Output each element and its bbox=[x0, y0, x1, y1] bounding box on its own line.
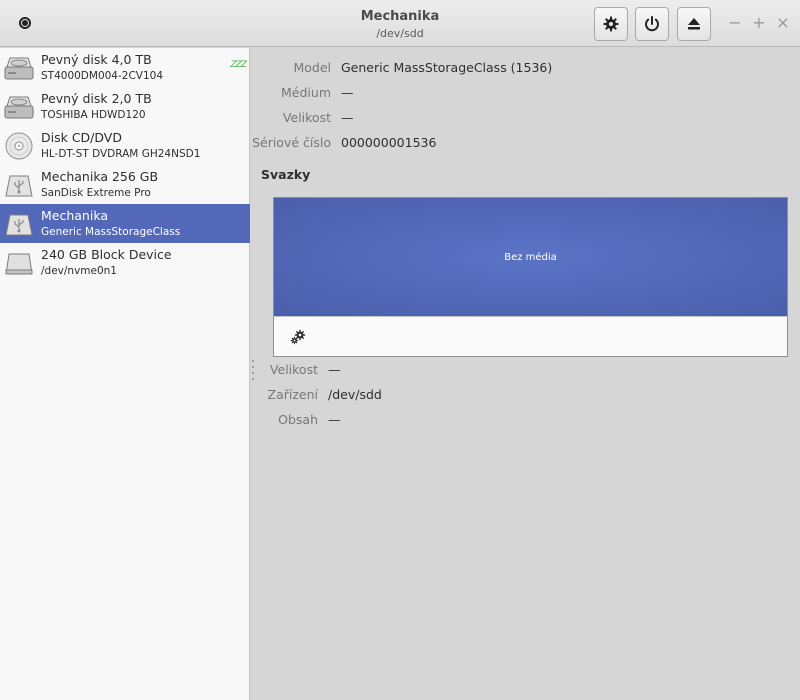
app-menu-button[interactable] bbox=[15, 13, 35, 33]
window-title-area: Mechanika /dev/sdd bbox=[250, 9, 550, 41]
minimize-button[interactable]: − bbox=[726, 14, 744, 32]
volumes-section-title: Svazky bbox=[261, 167, 311, 182]
drive-model: /dev/nvme0n1 bbox=[41, 265, 117, 277]
volume-content-row: Obsah — bbox=[251, 411, 800, 429]
hard-disk-icon bbox=[4, 57, 34, 80]
drive-name: 240 GB Block Device bbox=[41, 247, 172, 262]
volume-map-segment[interactable]: Bez média bbox=[273, 197, 788, 317]
drive-name: Pevný disk 4,0 TB bbox=[41, 52, 152, 67]
serial-label: Sériové číslo bbox=[252, 135, 331, 150]
window-title: Mechanika bbox=[360, 9, 440, 24]
volume-device-label: Zařízení bbox=[267, 387, 318, 402]
usb-drive-icon bbox=[5, 175, 33, 197]
app-menu-icon bbox=[19, 17, 31, 29]
drive-model: Generic MassStorageClass bbox=[41, 226, 181, 238]
drive-item[interactable]: Pevný disk 2,0 TB TOSHIBA HDWD120 bbox=[0, 87, 250, 126]
medium-row: Médium — bbox=[251, 84, 800, 102]
eject-icon bbox=[688, 18, 700, 30]
volume-size-label: Velikost bbox=[269, 362, 318, 377]
drive-model: SanDisk Extreme Pro bbox=[41, 187, 151, 199]
drive-item[interactable]: Pevný disk 4,0 TB ST4000DM004-2CV104 ZZZ bbox=[0, 48, 250, 87]
volume-content-value: — bbox=[328, 412, 341, 427]
drive-settings-button[interactable] bbox=[594, 7, 628, 41]
serial-value: 000000001536 bbox=[341, 135, 437, 150]
serial-row: Sériové číslo 000000001536 bbox=[251, 134, 800, 152]
header-bar: Mechanika /dev/sdd − + × bbox=[0, 0, 800, 47]
drive-name: Pevný disk 2,0 TB bbox=[41, 91, 152, 106]
usb-drive-icon bbox=[5, 214, 33, 236]
window-subtitle: /dev/sdd bbox=[376, 27, 424, 40]
drive-model: HL-DT-ST DVDRAM GH24NSD1 bbox=[41, 148, 201, 160]
volume-label: Bez média bbox=[504, 251, 557, 263]
drive-list: Pevný disk 4,0 TB ST4000DM004-2CV104 ZZZ… bbox=[0, 48, 250, 700]
volume-device-row: Zařízení /dev/sdd bbox=[251, 386, 800, 404]
maximize-button[interactable]: + bbox=[750, 14, 768, 32]
drive-model: ST4000DM004-2CV104 bbox=[41, 70, 164, 82]
volume-device-value: /dev/sdd bbox=[328, 387, 382, 402]
medium-label: Médium bbox=[281, 85, 331, 100]
gears-icon bbox=[290, 329, 306, 345]
size-label: Velikost bbox=[282, 110, 331, 125]
eject-button[interactable] bbox=[677, 7, 711, 41]
model-value: Generic MassStorageClass (1536) bbox=[341, 60, 553, 75]
size-value: — bbox=[341, 110, 354, 125]
power-off-button[interactable] bbox=[635, 7, 669, 41]
drive-details-panel: Model Generic MassStorageClass (1536) Mé… bbox=[251, 48, 800, 700]
hard-disk-icon bbox=[4, 96, 34, 119]
model-label: Model bbox=[293, 60, 331, 75]
volume-content-label: Obsah bbox=[278, 412, 318, 427]
drive-item-selected[interactable]: Mechanika Generic MassStorageClass bbox=[0, 204, 250, 243]
drive-name: Mechanika 256 GB bbox=[41, 169, 159, 184]
power-icon bbox=[645, 16, 659, 32]
volume-size-value: — bbox=[328, 362, 341, 377]
optical-disc-icon bbox=[5, 132, 33, 160]
size-row: Velikost — bbox=[251, 109, 800, 127]
medium-value: — bbox=[341, 85, 354, 100]
drive-model: TOSHIBA HDWD120 bbox=[41, 109, 146, 121]
model-row: Model Generic MassStorageClass (1536) bbox=[251, 59, 800, 77]
sleep-status-icon: ZZZ bbox=[230, 60, 247, 70]
close-button[interactable]: × bbox=[774, 14, 792, 32]
volume-toolbar bbox=[273, 316, 788, 357]
drive-item[interactable]: Mechanika 256 GB SanDisk Extreme Pro bbox=[0, 165, 250, 204]
drive-name: Mechanika bbox=[41, 208, 109, 223]
gear-icon bbox=[603, 16, 619, 32]
more-actions-button[interactable] bbox=[286, 325, 310, 349]
drive-item[interactable]: Disk CD/DVD HL-DT-ST DVDRAM GH24NSD1 bbox=[0, 126, 250, 165]
drive-name: Disk CD/DVD bbox=[41, 130, 122, 145]
volume-size-row: Velikost — bbox=[251, 361, 800, 379]
block-device-icon bbox=[5, 253, 33, 275]
drive-item[interactable]: 240 GB Block Device /dev/nvme0n1 bbox=[0, 243, 250, 282]
